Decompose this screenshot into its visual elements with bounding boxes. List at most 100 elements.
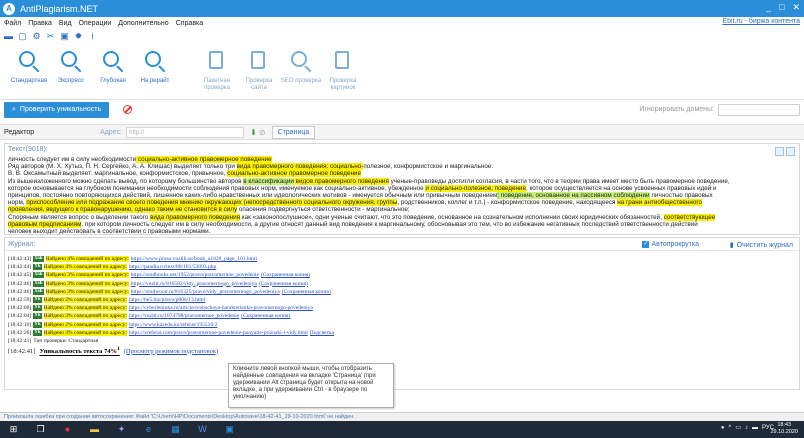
text-line: Споряным является вопрос о выделении так…: [8, 213, 798, 221]
standard-check-button[interactable]: Стандартная: [8, 43, 50, 95]
address-input[interactable]: http://: [126, 126, 245, 138]
uniqueness-result[interactable]: Уникальность текста 74%1: [39, 346, 119, 355]
batch-check-button[interactable]: Пакетная проверка: [196, 43, 238, 95]
tooltip: Кликните левой кнопкой мыши, чтобы отобр…: [228, 363, 394, 408]
text-line: В. В. Оксамытный выделяет: маргинальное,…: [8, 170, 798, 178]
windows-start-icon[interactable]: ⊞: [7, 424, 20, 435]
search-engine-badge: Yk: [33, 321, 42, 328]
match-url-link[interactable]: https://xreferat.com/pravo/pravomernoe-p…: [129, 330, 308, 336]
open-folder-icon[interactable]: ▬: [4, 31, 13, 41]
saved-copy-link[interactable]: (Сохраненная копия): [282, 289, 331, 295]
download-icon[interactable]: ⬇: [250, 128, 257, 137]
search-engine-badge: Yak: [33, 256, 44, 263]
view-icon[interactable]: [786, 147, 795, 156]
clear-journal-button[interactable]: ▮ Очистить журнал: [730, 241, 793, 250]
autoscroll-checkbox[interactable]: ✓ Автопрокрутка: [642, 241, 699, 248]
new-file-icon[interactable]: ▢: [18, 31, 27, 41]
seo-check-button[interactable]: SEO проверка: [280, 43, 322, 95]
menu-help[interactable]: Справка: [176, 20, 203, 27]
journal-message: Найдено 2% совпадений по адресу:: [43, 297, 127, 304]
cancel-load-icon[interactable]: ⊘: [259, 128, 266, 137]
keyboard-icon[interactable]: ▬: [752, 425, 758, 431]
yandex-browser-icon[interactable]: ●: [61, 424, 74, 435]
text-panel[interactable]: Текст(9018): личность следует им в силу …: [4, 143, 800, 235]
antiplagiarism-task-icon[interactable]: ▣: [223, 424, 236, 435]
journal-row: [18:42:43] Yak Найдено 4% совпадений по ад…: [8, 255, 798, 263]
file-explorer-icon[interactable]: ▬: [88, 424, 101, 435]
stop-icon[interactable]: [123, 105, 133, 114]
word-icon[interactable]: W: [196, 424, 209, 435]
match-url-link[interactable]: https://www.proso.vuzlib.su/book_a1828_p…: [131, 256, 257, 262]
page-tab[interactable]: Страница: [271, 125, 316, 139]
app-shortcut-icon[interactable]: ✦: [115, 424, 128, 435]
match-url-link[interactable]: https://studbooks.net/1952/pravo/pravome…: [131, 272, 259, 278]
magnifier-icon: [99, 47, 127, 75]
ignore-domains-input[interactable]: [718, 104, 800, 116]
match-url-link[interactable]: https://vuzlit.ru/1074798/pravomernoe_po…: [129, 313, 239, 319]
info-icon[interactable]: i: [88, 31, 97, 41]
search-engine-badge: Yk: [33, 305, 42, 312]
highlighted-match: приспособление или подражание своего пов…: [26, 199, 398, 207]
saved-copy-link[interactable]: (Сохраненная копия): [261, 272, 310, 278]
saved-copy-link[interactable]: (Сохраненная копия): [241, 313, 290, 319]
match-url-link[interactable]: https://be5.biz/pravo/p006/13.html: [129, 297, 205, 303]
match-url-link[interactable]: https://www.kazedu.kz/referat/195516/2: [129, 322, 218, 328]
cut-icon[interactable]: ✂: [46, 31, 55, 41]
text-segment: полезное, конформистское и маргинальное.: [363, 163, 494, 171]
documents-icon: [203, 47, 231, 75]
image-check-button[interactable]: Проверка картинок: [322, 43, 364, 95]
view-substitutions-link[interactable]: (Просмотр режимов подстановок): [124, 348, 219, 355]
task-view-icon[interactable]: ❒: [34, 424, 47, 435]
menu-view[interactable]: Вид: [59, 20, 72, 27]
rewrite-check-button[interactable]: На рерайт: [134, 43, 176, 95]
status-bar: Произошла ошибка при создании автосохран…: [0, 412, 804, 421]
maximize-button[interactable]: □: [779, 2, 784, 13]
paste-icon[interactable]: ▣: [60, 31, 69, 41]
menu-extra[interactable]: Дополнительно: [118, 20, 168, 27]
uniqueness-superscript: 1: [117, 346, 120, 353]
seo-icon: [287, 47, 315, 75]
highlighted-match: в классификации: [243, 177, 294, 185]
match-url-link[interactable]: https://vuzlit.ru/816582/vidy_pravomerno…: [131, 281, 257, 287]
menu-file[interactable]: Файл: [4, 20, 21, 27]
journal-row: [18:42:04] Yk Найдено 3% совпадений по адр…: [8, 312, 798, 320]
saved-copy-link[interactable]: (Сохраненная копия): [259, 281, 308, 287]
text-segment: , которое осуществляется на основе усвое…: [525, 184, 717, 192]
volume-icon[interactable]: ♪: [745, 425, 748, 431]
express-check-button[interactable]: Экспресс: [50, 43, 92, 95]
chevron-up-icon[interactable]: ^: [728, 425, 731, 431]
search-engine-badge: Yk: [33, 313, 42, 320]
match-url-link[interactable]: https://pandia.ru/text/80/181/53093.php: [129, 264, 216, 270]
journal-row: [18:42:59] Yk Найдено 2% совпадений по адр…: [8, 296, 798, 304]
settings-icon[interactable]: ⚙: [32, 31, 41, 41]
edge-browser-icon[interactable]: e: [142, 424, 155, 435]
journal-row: [18:42:26] Yk Найдено 3% совпадений по адр…: [8, 329, 798, 337]
text-line: Из вышеизложенного можно сделать вывод, …: [8, 177, 798, 185]
user-icon[interactable]: ●: [721, 425, 725, 431]
etxt-link[interactable]: Etxt.ru - биржа контента: [722, 18, 800, 25]
match-url-link[interactable]: https://studwood.ru/816325/pravo/vidy_pr…: [131, 289, 280, 295]
text-segment: , при котором личность следует им в силу…: [81, 220, 698, 228]
journal-label: Журнал:: [8, 241, 36, 248]
search-engine-badge: Yk: [33, 264, 42, 271]
site-check-button[interactable]: Проверка сайта: [238, 43, 280, 95]
editor-tab[interactable]: Редактор: [4, 129, 34, 136]
menu-edit[interactable]: Правка: [28, 20, 52, 27]
journal-time: [18:42:26]: [8, 329, 32, 336]
uniqueness-result-row: [18:42:41] Уникальность текста 74%1 (Просм…: [8, 345, 798, 357]
deep-check-button[interactable]: Глубокая: [92, 43, 134, 95]
text-content[interactable]: личность следует им в силу необходимости…: [8, 156, 798, 234]
match-url-link[interactable]: https://cyberleninka.ru/article/n/obscha…: [129, 305, 313, 311]
journal-message: Найдено 3% совпадений по адресу:: [45, 280, 129, 287]
saved-copy-link[interactable]: Подсветка: [310, 330, 334, 336]
browser-window-icon[interactable]: ▦: [169, 424, 182, 435]
network-icon[interactable]: ▭: [735, 424, 741, 431]
clock[interactable]: 18:43 29.10.2020: [770, 422, 798, 436]
gear-icon[interactable]: ✹: [74, 31, 83, 41]
close-button[interactable]: ✕: [792, 2, 800, 13]
minimize-button[interactable]: _: [766, 2, 771, 13]
menu-operations[interactable]: Операции: [79, 20, 112, 27]
format-icon[interactable]: [775, 147, 784, 156]
check-uniqueness-button[interactable]: ⌕ Проверить уникальность: [4, 101, 110, 118]
text-line: правовым предписаниям, при котором лично…: [8, 220, 798, 228]
